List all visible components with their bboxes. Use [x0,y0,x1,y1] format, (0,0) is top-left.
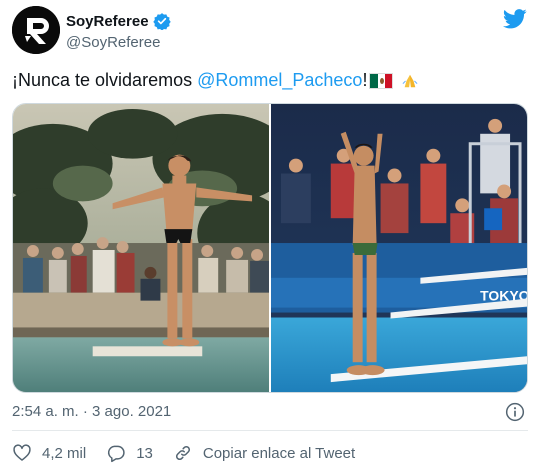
author-name-row[interactable]: SoyReferee [66,12,171,30]
reply-button[interactable]: 13 [106,443,153,463]
soyreferee-logo-icon [12,6,60,54]
link-icon [175,445,190,461]
copy-link-label: Copiar enlace al Tweet [202,444,356,462]
twitter-bird-icon[interactable] [503,9,527,29]
tweet-text-body: ¡Nunca te olvidaremos [12,70,193,90]
divider [12,430,528,431]
tweet-text: ¡Nunca te olvidaremos @Rommel_Pacheco ! [12,70,421,91]
avatar[interactable] [12,6,60,54]
folded-hands-icon [402,74,418,87]
photo-adult-diver[interactable]: TOKYO [271,104,527,392]
tweet-card: SoyReferee @SoyReferee ¡Nunca te olvidar… [0,0,543,472]
adult-diver-image: TOKYO [271,104,527,392]
like-count: 4,2 mil [42,444,87,462]
display-name[interactable]: SoyReferee [66,13,149,30]
reply-count: 13 [136,444,153,462]
copy-link-button[interactable]: Copiar enlace al Tweet [173,443,355,463]
verified-badge-icon [152,13,171,30]
action-bar: 4,2 mil 13 Copiar enlace al Tweet [12,442,375,464]
child-diver-image [13,104,269,392]
mention-link[interactable]: @Rommel_Pacheco [197,70,362,91]
photo-child-diver[interactable] [13,104,269,392]
media-grid[interactable]: TOKYO [12,103,528,393]
handle[interactable]: @SoyReferee [66,34,160,51]
heart-icon [13,444,31,461]
reply-bubble-icon [108,445,125,463]
mexico-flag-icon [369,72,394,89]
info-icon[interactable] [505,402,525,422]
tweet-text-suffix: ! [362,70,368,90]
like-button[interactable]: 4,2 mil [12,443,86,463]
tweet-timestamp[interactable]: 2:54 a. m. · 3 ago. 2021 [12,403,171,420]
